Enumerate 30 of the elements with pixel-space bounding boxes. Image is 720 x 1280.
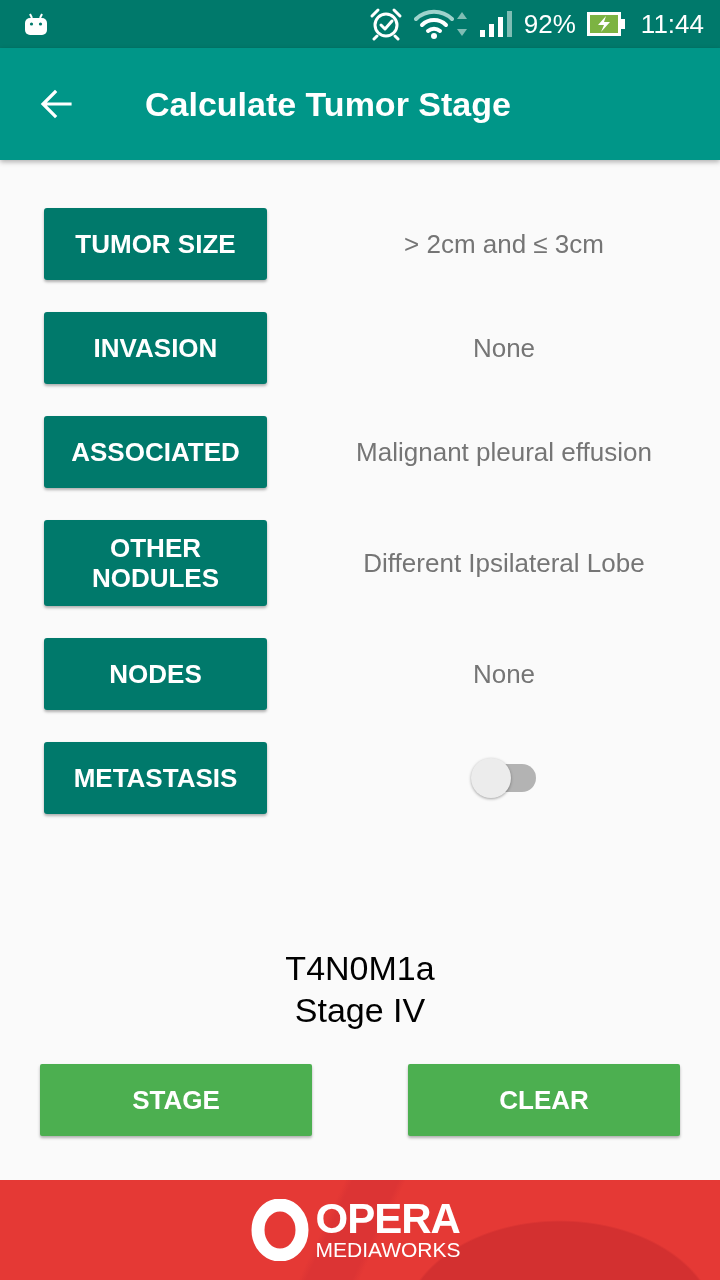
screen-title: Calculate Tumor Stage: [145, 84, 511, 124]
clock-time: 11:44: [640, 9, 704, 39]
action-button[interactable]: CLEAR: [408, 1064, 680, 1136]
signal-icon: [478, 10, 513, 38]
criterion-button[interactable]: TUMOR SIZE: [44, 208, 267, 280]
criterion-button[interactable]: METASTASIS: [44, 742, 267, 814]
criterion-value: None: [472, 658, 536, 690]
robot-icon: [24, 13, 48, 35]
result-stage: Stage IV: [294, 990, 426, 1031]
result-code: T4N0M1a: [285, 948, 435, 989]
criterion-value: > 2cm and ≤ 3cm: [404, 228, 604, 260]
criterion-button[interactable]: OTHER NODULES: [44, 520, 267, 606]
wifi-icon: [413, 9, 454, 39]
criterion-button[interactable]: NODES: [44, 638, 267, 710]
alarm-clock-icon: [368, 7, 403, 41]
up-down-arrows-icon: [455, 11, 468, 37]
criterion-button[interactable]: ASSOCIATED: [44, 416, 267, 488]
criterion-value: Malignant pleural effusion: [356, 436, 652, 468]
ad-banner[interactable]: OPERA MEDIAWORKS: [0, 1180, 720, 1280]
criterion-value: Different Ipsilateral Lobe: [363, 547, 645, 579]
back-arrow-icon[interactable]: [40, 88, 72, 120]
toggle-switch[interactable]: [471, 758, 537, 798]
battery-percent: 92%: [523, 9, 576, 39]
criterion-button[interactable]: INVASION: [44, 312, 267, 384]
ring-logo-icon: [251, 1199, 310, 1261]
battery-charging-icon: [586, 12, 625, 36]
criterion-value: None: [472, 332, 536, 364]
action-button[interactable]: STAGE: [40, 1064, 312, 1136]
brand-tagline: MEDIAWORKS: [315, 1239, 461, 1261]
brand-name: OPERA: [315, 1199, 460, 1239]
